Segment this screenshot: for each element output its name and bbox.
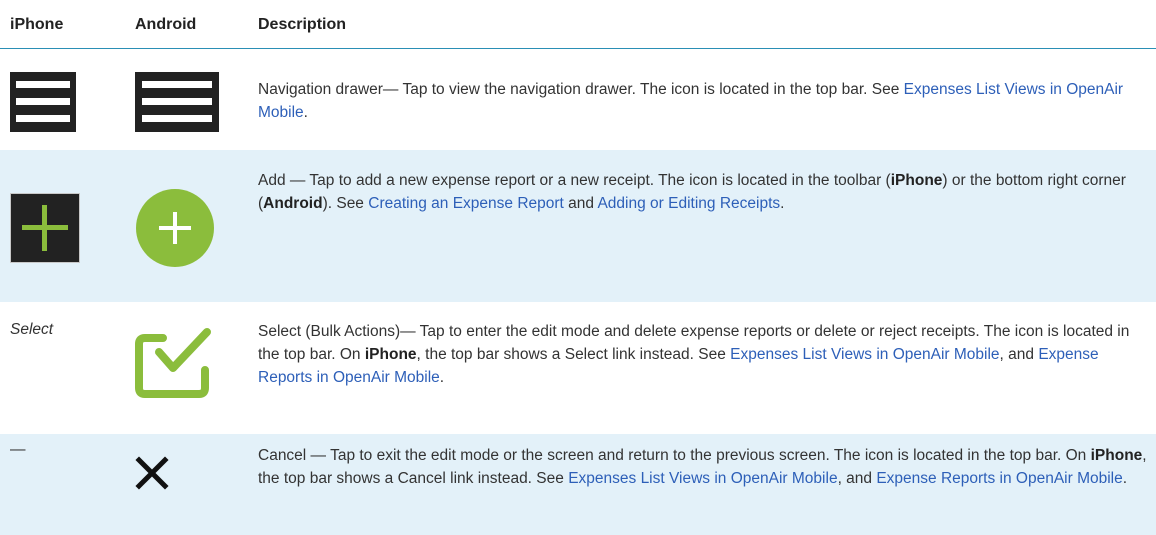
- iphone-select-text: Select: [10, 321, 54, 338]
- link-expenses-list-views[interactable]: Expenses List Views in OpenAir Mobile: [568, 470, 837, 487]
- plus-square-icon: [10, 193, 80, 268]
- close-x-icon: [135, 456, 169, 495]
- row-description: Add — Tap to add a new expense report or…: [258, 172, 1126, 212]
- iphone-cancel-text: —: [10, 441, 26, 458]
- table-row: Select Select (Bulk Actions)— Tap to ent…: [0, 302, 1156, 434]
- header-description: Description: [258, 16, 347, 33]
- table-row: Navigation drawer— Tap to view the navig…: [0, 49, 1156, 150]
- row-description: Cancel — Tap to exit the edit mode or th…: [258, 447, 1147, 487]
- table-row: Add — Tap to add a new expense report or…: [0, 150, 1156, 302]
- row-description: Navigation drawer— Tap to view the navig…: [258, 81, 1124, 121]
- header-iphone: iPhone: [10, 16, 64, 33]
- link-expenses-list-views[interactable]: Expenses List Views in OpenAir Mobile: [730, 346, 999, 363]
- table-header-row: iPhone Android Description: [0, 0, 1156, 49]
- checkbox-check-icon: [135, 326, 213, 405]
- link-expense-reports[interactable]: Expense Reports in OpenAir Mobile: [876, 470, 1122, 487]
- link-creating-expense-report[interactable]: Creating an Expense Report: [368, 195, 564, 212]
- row-description: Select (Bulk Actions)— Tap to enter the …: [258, 323, 1130, 386]
- table-row: — Cancel — Tap to exit the edit mode or …: [0, 434, 1156, 535]
- plus-circle-icon: [135, 188, 215, 273]
- link-adding-editing-receipts[interactable]: Adding or Editing Receipts: [597, 195, 780, 212]
- header-android: Android: [135, 16, 197, 33]
- hamburger-menu-icon: [10, 72, 76, 137]
- hamburger-menu-icon: [135, 72, 219, 137]
